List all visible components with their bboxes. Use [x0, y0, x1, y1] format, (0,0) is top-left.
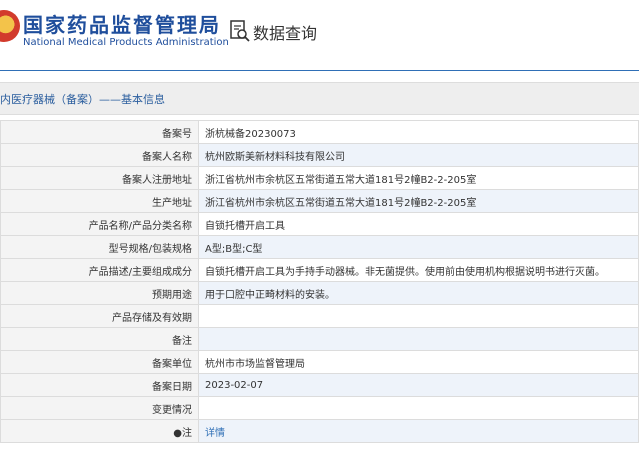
row-value: 自锁托槽开启工具	[198, 212, 639, 236]
row-label: ●注	[0, 419, 199, 443]
detail-link[interactable]: 详情	[205, 428, 225, 439]
site-header: 国家药品监督管理局 National Medical Products Admi…	[0, 0, 639, 71]
row-label: 预期用途	[0, 281, 199, 305]
row-label: 备案单位	[0, 350, 199, 374]
section-title: 内医疗器械（备案）——基本信息	[0, 93, 165, 106]
row-value: 自锁托槽开启工具为手持手动器械。非无菌提供。使用前由使用机构根据说明书进行灭菌。	[198, 258, 639, 282]
row-value: 浙江省杭州市余杭区五常街道五常大道181号2幢B2-2-205室	[198, 189, 639, 213]
row-value: 2023-02-07	[198, 373, 639, 397]
document-search-icon	[230, 20, 250, 42]
table-row: ●注 详情	[0, 419, 639, 443]
row-label: 型号规格/包装规格	[0, 235, 199, 259]
row-value: 详情	[198, 419, 639, 443]
row-label: 产品存储及有效期	[0, 304, 199, 328]
table-row: 预期用途 用于口腔中正畸材料的安装。	[0, 281, 639, 305]
row-label: 备案号	[0, 120, 199, 144]
table-row: 备案人名称 杭州欧斯美新材料科技有限公司	[0, 143, 639, 167]
table-row: 产品描述/主要组成成分 自锁托槽开启工具为手持手动器械。非无菌提供。使用前由使用…	[0, 258, 639, 282]
row-value	[198, 327, 639, 351]
row-value: 浙杭械备20230073	[198, 120, 639, 144]
row-value: 杭州市市场监督管理局	[198, 350, 639, 374]
table-row: 产品存储及有效期	[0, 304, 639, 328]
row-label: 生产地址	[0, 189, 199, 213]
table-row: 备案号 浙杭械备20230073	[0, 120, 639, 144]
row-value	[198, 304, 639, 328]
table-row: 产品名称/产品分类名称 自锁托槽开启工具	[0, 212, 639, 236]
site-title-en[interactable]: National Medical Products Administration	[23, 37, 229, 48]
row-label: 产品描述/主要组成成分	[0, 258, 199, 282]
table-row: 备案单位 杭州市市场监督管理局	[0, 350, 639, 374]
table-row: 型号规格/包装规格 A型;B型;C型	[0, 235, 639, 259]
row-value: 用于口腔中正畸材料的安装。	[198, 281, 639, 305]
section-header: 内医疗器械（备案）——基本信息	[0, 82, 639, 115]
table-row: 备案人注册地址 浙江省杭州市余杭区五常街道五常大道181号2幢B2-2-205室	[0, 166, 639, 190]
row-value: A型;B型;C型	[198, 235, 639, 259]
site-title-cn[interactable]: 国家药品监督管理局	[23, 9, 221, 38]
row-label: 变更情况	[0, 396, 199, 420]
page-title: 数据查询	[253, 24, 318, 43]
table-row: 生产地址 浙江省杭州市余杭区五常街道五常大道181号2幢B2-2-205室	[0, 189, 639, 213]
table-row: 备注	[0, 327, 639, 351]
row-label: 备案人注册地址	[0, 166, 199, 190]
row-label: 备注	[0, 327, 199, 351]
info-table: 备案号 浙杭械备20230073 备案人名称 杭州欧斯美新材料科技有限公司 备案…	[0, 120, 639, 443]
row-label: 备案日期	[0, 373, 199, 397]
emblem-icon	[0, 10, 20, 42]
table-row: 备案日期 2023-02-07	[0, 373, 639, 397]
table-row: 变更情况	[0, 396, 639, 420]
row-label: 产品名称/产品分类名称	[0, 212, 199, 236]
row-value	[198, 396, 639, 420]
row-value: 浙江省杭州市余杭区五常街道五常大道181号2幢B2-2-205室	[198, 166, 639, 190]
row-label: 备案人名称	[0, 143, 199, 167]
row-value: 杭州欧斯美新材料科技有限公司	[198, 143, 639, 167]
